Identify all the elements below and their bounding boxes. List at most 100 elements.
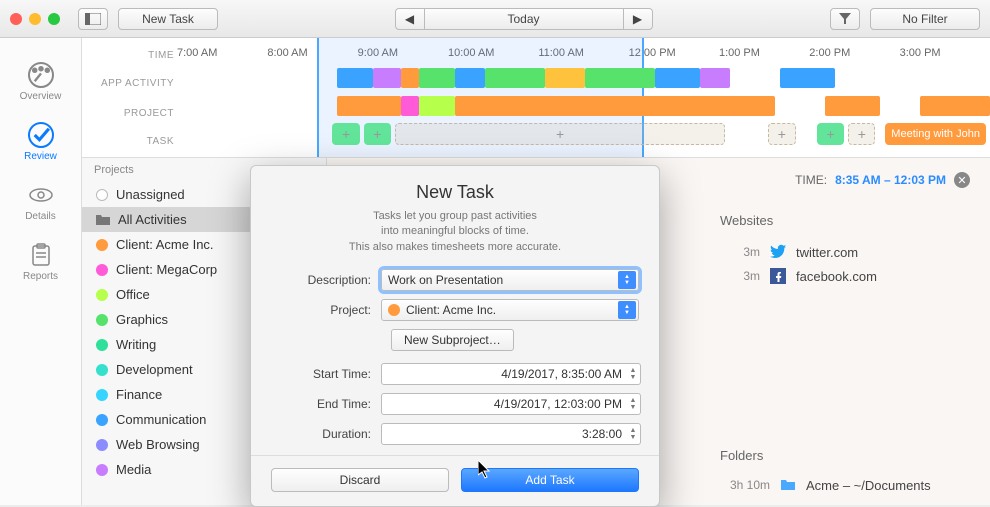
- new-task-popover: New Task Tasks let you group past activi…: [250, 165, 660, 507]
- end-time-label: End Time:: [271, 397, 381, 411]
- project-label: Client: MegaCorp: [116, 262, 217, 277]
- start-time-label: Start Time:: [271, 367, 381, 381]
- filter-select[interactable]: No Filter: [870, 8, 980, 30]
- folders-header: Folders: [720, 448, 970, 463]
- folder-icon: [780, 477, 796, 493]
- project-color-dot: [96, 364, 108, 376]
- project-label: Office: [116, 287, 150, 302]
- chevron-down-icon[interactable]: [618, 301, 636, 319]
- project-label: Communication: [116, 412, 206, 427]
- row-label-app: APP ACTIVITY: [82, 78, 174, 89]
- project-color-dot: [96, 389, 108, 401]
- app-activity-row[interactable]: [177, 68, 990, 88]
- project-label: Client: Acme Inc.: [116, 237, 214, 252]
- description-input[interactable]: Work on Presentation: [381, 269, 639, 291]
- timeline: TIME APP ACTIVITY PROJECT TASK 7:00 AM 8…: [82, 38, 990, 158]
- stepper-icon[interactable]: ▲▼: [627, 367, 639, 381]
- nav-reports[interactable]: Reports: [0, 232, 81, 292]
- current-day-label[interactable]: Today: [424, 8, 624, 30]
- sidebar-toggle-button[interactable]: [78, 8, 108, 30]
- project-color-dot: [96, 414, 108, 426]
- task-meeting[interactable]: Meeting with John: [885, 123, 986, 145]
- facebook-icon: [770, 268, 786, 284]
- time-range-value: 8:35 AM – 12:03 PM: [835, 173, 946, 187]
- nav-review[interactable]: Review: [0, 112, 81, 172]
- nav-label: Reports: [23, 271, 58, 282]
- window-traffic-lights: [10, 13, 60, 25]
- time-range-display: TIME: 8:35 AM – 12:03 PM ✕: [795, 172, 970, 188]
- date-nav-group: ◀ Today ▶: [396, 8, 653, 30]
- row-label-project: PROJECT: [82, 108, 174, 119]
- add-task-button[interactable]: Add Task: [461, 468, 639, 492]
- project-label: All Activities: [118, 212, 187, 227]
- website-duration: 3m: [720, 245, 760, 259]
- project-color-dot: [388, 304, 400, 316]
- checkmark-icon: [28, 122, 54, 148]
- project-label: Project:: [271, 303, 381, 317]
- gauge-icon: [28, 62, 54, 88]
- row-label-task: TASK: [82, 136, 174, 147]
- nav-overview[interactable]: Overview: [0, 52, 81, 112]
- next-day-button[interactable]: ▶: [623, 8, 653, 30]
- project-row[interactable]: [177, 96, 990, 116]
- duration-input[interactable]: 3:28:00: [381, 423, 641, 445]
- time-cell: 2:00 PM: [809, 47, 899, 59]
- task-add-slot[interactable]: +: [332, 123, 359, 145]
- websites-panel: Websites 3m twitter.com 3m facebook.com: [720, 213, 970, 288]
- task-add-slot-selected[interactable]: +: [395, 123, 725, 145]
- new-task-button[interactable]: New Task: [118, 8, 218, 30]
- chevron-down-icon[interactable]: [618, 271, 636, 289]
- prev-day-button[interactable]: ◀: [395, 8, 425, 30]
- project-color-dot: [96, 314, 108, 326]
- stepper-icon[interactable]: ▲▼: [627, 427, 639, 441]
- website-name: twitter.com: [796, 245, 858, 260]
- website-name: facebook.com: [796, 269, 877, 284]
- left-nav: Overview Review Details Reports: [0, 38, 82, 505]
- project-select[interactable]: Client: Acme Inc.: [381, 299, 639, 321]
- new-subproject-button[interactable]: New Subproject…: [391, 329, 514, 351]
- project-color-dot: [96, 239, 108, 251]
- task-add-slot[interactable]: +: [768, 123, 795, 145]
- stepper-icon[interactable]: ▲▼: [627, 397, 639, 411]
- nav-label: Details: [25, 211, 56, 222]
- time-label: TIME:: [795, 173, 827, 187]
- project-color-dot: [96, 289, 108, 301]
- project-color-dot: [96, 189, 108, 201]
- project-label: Development: [116, 362, 193, 377]
- close-window-button[interactable]: [10, 13, 22, 25]
- twitter-icon: [770, 244, 786, 260]
- websites-header: Websites: [720, 213, 970, 228]
- task-row[interactable]: + + + + + + Meeting with John: [177, 124, 990, 144]
- clear-time-range-button[interactable]: ✕: [954, 172, 970, 188]
- minimize-window-button[interactable]: [29, 13, 41, 25]
- clipboard-icon: [28, 242, 54, 268]
- website-row[interactable]: 3m facebook.com: [720, 264, 970, 288]
- project-label: Media: [116, 462, 151, 477]
- folder-row[interactable]: 3h 10m Acme – ~/Documents: [720, 473, 970, 497]
- end-time-input[interactable]: 4/19/2017, 12:03:00 PM: [381, 393, 641, 415]
- row-label-time: TIME: [82, 50, 174, 61]
- task-add-slot[interactable]: +: [817, 123, 844, 145]
- project-label: Finance: [116, 387, 162, 402]
- project-color-dot: [96, 264, 108, 276]
- folders-panel: Folders 3h 10m Acme – ~/Documents: [720, 448, 970, 497]
- maximize-window-button[interactable]: [48, 13, 60, 25]
- project-label: Writing: [116, 337, 156, 352]
- eye-icon: [28, 182, 54, 208]
- project-color-dot: [96, 439, 108, 451]
- website-duration: 3m: [720, 269, 760, 283]
- nav-details[interactable]: Details: [0, 172, 81, 232]
- start-time-input[interactable]: 4/19/2017, 8:35:00 AM: [381, 363, 641, 385]
- duration-label: Duration:: [271, 427, 381, 441]
- project-label: Graphics: [116, 312, 168, 327]
- project-label: Unassigned: [116, 187, 185, 202]
- folder-name: Acme – ~/Documents: [806, 478, 931, 493]
- website-row[interactable]: 3m twitter.com: [720, 240, 970, 264]
- filter-icon-button[interactable]: [830, 8, 860, 30]
- task-add-slot[interactable]: +: [848, 123, 875, 145]
- discard-button[interactable]: Discard: [271, 468, 449, 492]
- project-label: Web Browsing: [116, 437, 200, 452]
- description-label: Description:: [271, 273, 381, 287]
- folder-duration: 3h 10m: [720, 478, 770, 492]
- task-add-slot[interactable]: +: [364, 123, 391, 145]
